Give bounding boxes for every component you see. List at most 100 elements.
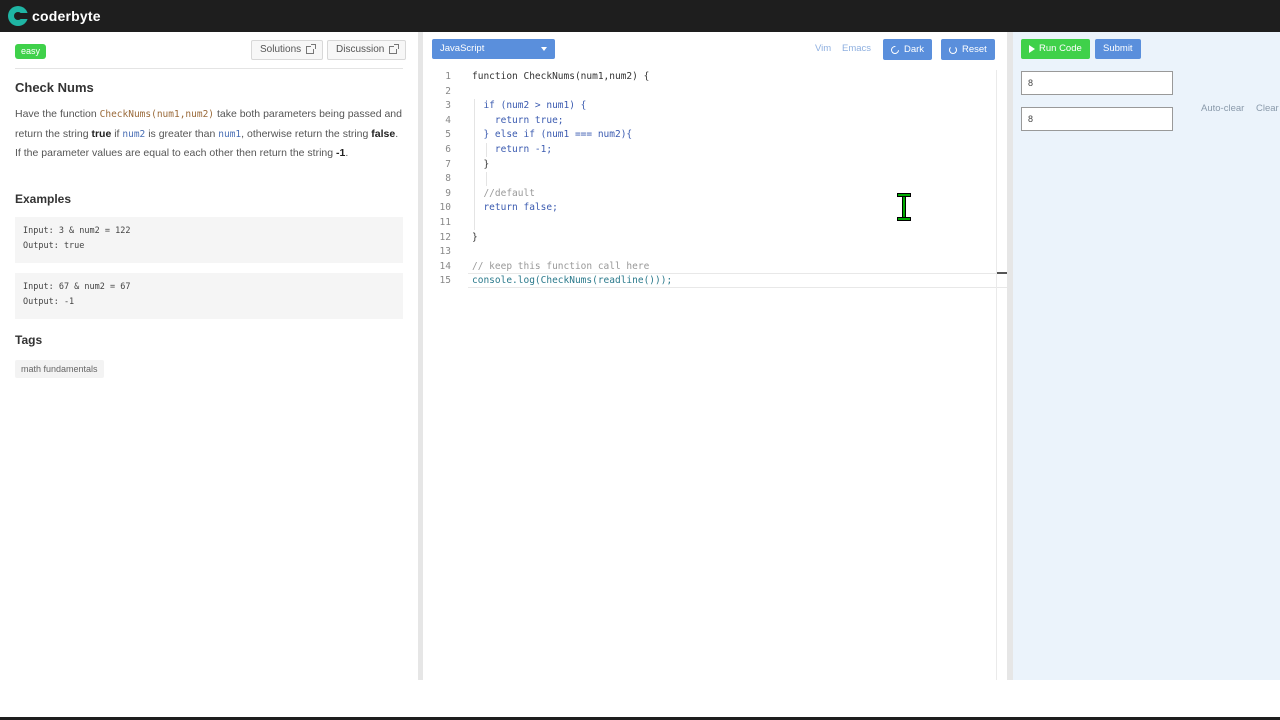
line-number: 14	[439, 260, 451, 272]
difficulty-badge: easy	[15, 44, 47, 59]
vim-mode-link[interactable]: Vim	[815, 43, 831, 54]
play-icon	[1029, 45, 1035, 53]
code-line: 4 return true;	[423, 114, 1007, 129]
reset-icon	[949, 45, 957, 54]
line-number: 2	[445, 85, 451, 97]
true-keyword: true	[91, 127, 112, 140]
neg-one-keyword: -1	[336, 147, 346, 159]
code-text: // keep this function call here	[472, 260, 650, 272]
code-text: console.log(CheckNums(readline()));	[472, 275, 673, 287]
code-line: 2	[423, 85, 1007, 100]
code-line: 3 if (num2 > num1) {	[423, 99, 1007, 114]
editor-scrollbar[interactable]	[996, 70, 997, 680]
reset-button[interactable]: Reset	[941, 39, 995, 60]
scroll-position-marker	[997, 272, 1007, 274]
example-input: Input: 3 & num2 = 122	[23, 226, 131, 236]
code-line: 9 //default	[423, 187, 1007, 202]
problem-panel: easy Solutions Discussion Check Nums Hav…	[0, 32, 418, 680]
line-number: 12	[439, 231, 451, 243]
line-number: 6	[445, 143, 451, 155]
param-num1: num1	[218, 128, 242, 140]
code-text: if (num2 > num1) {	[472, 100, 587, 112]
top-bar: coderbyte	[0, 0, 1280, 32]
code-line: 8	[423, 172, 1007, 187]
line-number: 8	[445, 173, 451, 185]
code-line: 11	[423, 216, 1007, 231]
line-number: 9	[445, 187, 451, 199]
reset-label: Reset	[962, 44, 987, 55]
code-text: function CheckNums(num1,num2) {	[472, 71, 650, 82]
tags-heading: Tags	[15, 333, 43, 347]
code-editor-panel: JavaScript Vim Emacs Dark Reset 1 functio…	[423, 32, 1007, 680]
problem-description: Have the function CheckNums(num1,num2) t…	[15, 105, 403, 163]
desc-text: , otherwise return the string	[241, 127, 372, 140]
code-text: return false;	[472, 202, 558, 214]
solutions-label: Solutions	[260, 44, 302, 55]
line-number: 11	[439, 216, 451, 228]
desc-text: is greater than	[145, 127, 219, 140]
code-text: }	[472, 158, 490, 170]
line-number: 4	[445, 114, 451, 126]
dark-mode-button[interactable]: Dark	[883, 39, 933, 60]
output-panel: Run Code Submit 8 8 Auto-clear Clear	[1013, 32, 1280, 680]
clear-button[interactable]: Clear	[1256, 103, 1279, 114]
desc-text: if	[111, 127, 123, 140]
example-block: Input: 67 & num2 = 67 Output: -1	[15, 273, 403, 319]
code-line: 14 // keep this function call here	[423, 260, 1007, 275]
external-link-icon	[306, 44, 317, 54]
test-input-field[interactable]: 8	[1021, 71, 1173, 95]
function-signature: CheckNums(num1,num2)	[99, 109, 215, 120]
code-line: 13	[423, 245, 1007, 260]
code-line: 10 return false;	[423, 201, 1007, 216]
coderbyte-logo-icon[interactable]	[8, 6, 28, 26]
line-number: 3	[445, 100, 451, 112]
examples-heading: Examples	[15, 192, 72, 206]
code-area[interactable]: 1 function CheckNums(num1,num2) { 2 3 if …	[423, 70, 1007, 289]
code-line: 15 console.log(CheckNums(readline()));	[423, 274, 1007, 289]
app-logo-text[interactable]: coderbyte	[32, 8, 101, 24]
solutions-button[interactable]: Solutions	[251, 40, 324, 60]
example-input: Input: 67 & num2 = 67	[23, 282, 131, 292]
code-text: }	[472, 231, 478, 243]
desc-text: .	[345, 147, 349, 159]
external-link-icon	[389, 44, 400, 54]
line-number: 1	[445, 71, 451, 82]
desc-text: Have the function	[15, 108, 100, 120]
run-code-button[interactable]: Run Code	[1021, 39, 1090, 59]
code-line: 5 } else if (num1 === num2){	[423, 128, 1007, 143]
param-num2: num2	[122, 128, 146, 140]
code-text: return true;	[472, 114, 564, 126]
discussion-label: Discussion	[336, 44, 385, 55]
line-number: 15	[439, 275, 451, 287]
line-number: 7	[445, 158, 451, 170]
example-block: Input: 3 & num2 = 122 Output: true	[15, 217, 403, 263]
discussion-button[interactable]: Discussion	[327, 40, 407, 60]
auto-clear-toggle[interactable]: Auto-clear	[1201, 103, 1244, 114]
code-text: } else if (num1 === num2){	[472, 129, 633, 141]
false-keyword: false	[371, 127, 396, 140]
line-number: 10	[439, 202, 451, 214]
language-select[interactable]: JavaScript	[432, 39, 555, 59]
run-label: Run Code	[1039, 43, 1082, 54]
problem-header: easy Solutions Discussion	[15, 40, 407, 64]
emacs-mode-link[interactable]: Emacs	[842, 43, 871, 54]
dark-label: Dark	[904, 44, 925, 55]
divider	[15, 68, 403, 69]
text-cursor-icon	[896, 193, 912, 221]
example-output: Output: true	[23, 241, 85, 251]
code-line: 12}	[423, 231, 1007, 246]
bottom-strip	[0, 680, 1280, 720]
test-input-field[interactable]: 8	[1021, 107, 1173, 131]
line-number: 5	[445, 129, 451, 141]
code-text: return -1;	[472, 143, 553, 155]
submit-button[interactable]: Submit	[1095, 39, 1141, 59]
example-output: Output: -1	[23, 297, 75, 307]
code-line: 6 return -1;	[423, 143, 1007, 158]
language-value: JavaScript	[440, 43, 485, 54]
problem-title: Check Nums	[15, 80, 94, 95]
code-line: 7 }	[423, 158, 1007, 173]
moon-icon	[889, 43, 901, 56]
chevron-down-icon	[541, 47, 547, 51]
tag-math-fundamentals[interactable]: math fundamentals	[15, 360, 104, 378]
code-line: 1 function CheckNums(num1,num2) {	[423, 70, 1007, 85]
